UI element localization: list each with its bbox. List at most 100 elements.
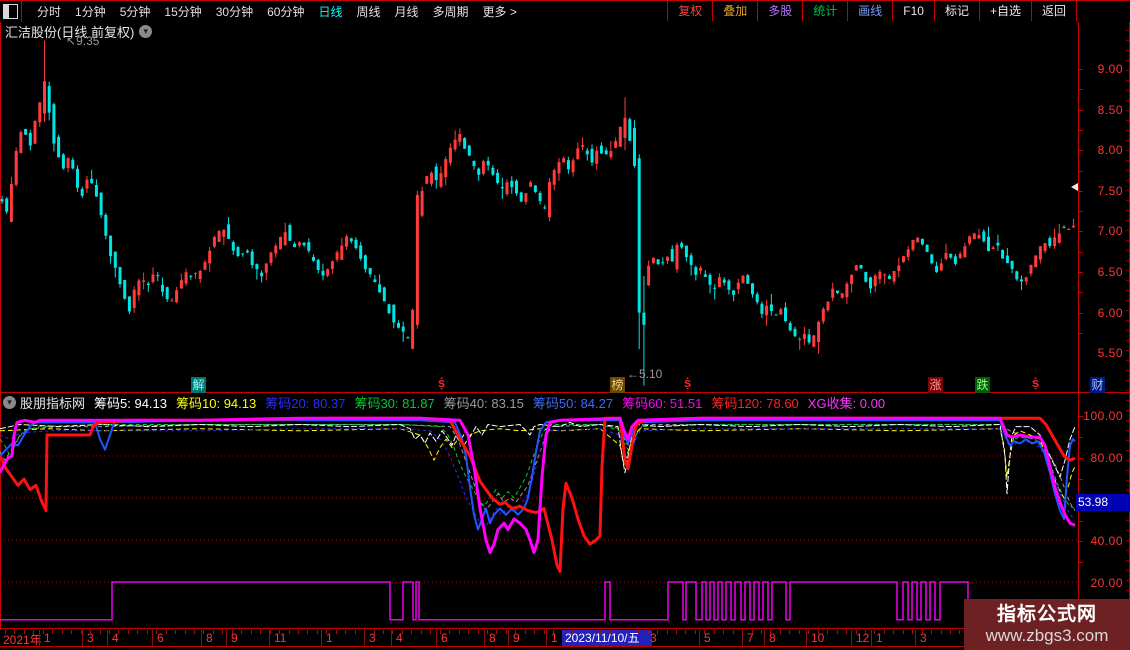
timeline-tick [950,630,951,634]
timeline-tick [827,630,829,634]
indicator-value-badge: 53.98 [1076,494,1130,511]
timeline-divider [321,630,322,646]
timeline-month: 1 [44,631,51,645]
period-tab[interactable]: 周线 [349,3,387,20]
timeline-month: 9 [513,631,520,645]
period-tab[interactable]: 多周期 [426,3,476,20]
axis-label: 6.00 [1097,306,1123,320]
indicator-chart[interactable] [0,412,1078,628]
axis-edge-tick [1126,520,1129,521]
timeline-month: 6 [157,631,164,645]
chevron-down-icon[interactable]: ▾ [3,395,16,409]
timeline-tick [836,630,838,634]
timeline-tick [657,630,659,634]
toolbar-button[interactable]: 画线 [847,0,892,21]
axis-label: 5.50 [1097,346,1123,360]
timeline-divider [39,630,40,646]
axis-tick [1078,170,1083,172]
timeline-divider [436,630,437,646]
axis-tick [1078,562,1083,564]
period-tab[interactable]: 分时 [30,3,68,20]
timeline-month: 8 [489,631,496,645]
sell-mark: ṩ [438,375,446,390]
timeline-tick [496,630,498,634]
period-tab[interactable]: 1分钟 [68,3,113,20]
timeline[interactable]: 2021年 2023/11/10/五 1 3 4 6 8 9 11 1 3 4 6 8 9 1 3 5 7 8 10… [0,630,1078,647]
indicator-field: 筹码30: 81.87 [354,395,435,411]
divider [21,1,22,22]
period-tab[interactable]: 15分钟 [157,3,208,20]
period-tab[interactable]: 30分钟 [209,3,260,20]
period-tab[interactable]: 60分钟 [260,3,311,20]
axis-tick [1078,69,1083,70]
overlay-tag[interactable]: 财 [1090,377,1105,393]
overlay-tag[interactable]: 涨 [928,377,943,393]
period-tab[interactable]: 日线 [311,3,349,20]
axis-edge-tick [1126,590,1129,591]
axis-edge-tick [1126,370,1129,371]
axis-tick [1078,89,1083,91]
toolbar-button[interactable]: 多股 [757,0,802,21]
timeline-tick [146,630,148,634]
timeline-tick [127,630,129,634]
sell-mark: ṩ [684,375,692,390]
timeline-tick [590,630,592,634]
timeline-tick [52,630,54,634]
timeline-tick [90,630,92,634]
axis-edge-tick [1126,430,1129,431]
axis-tick [1078,251,1083,253]
period-tab[interactable]: 月线 [388,3,426,20]
overlay-tag[interactable]: 跌 [975,377,990,393]
timeline-divider [764,630,765,646]
timeline-divider [851,630,852,646]
toolbar-button[interactable]: 叠加 [712,0,757,21]
axis-edge-tick [1126,140,1129,141]
timeline-tick [118,630,120,634]
timeline-tick [628,630,630,634]
axis-tick [1078,541,1083,543]
period-tab[interactable]: 5分钟 [113,3,158,20]
low-price-annotation: ←5.10 [627,367,663,381]
candlestick-chart[interactable] [0,22,1078,392]
toolbar-button[interactable]: 统计 [802,0,847,21]
axis-tick [1078,520,1083,522]
timeline-tick [307,630,309,634]
axis-edge-tick [1126,210,1129,211]
current-price-marker [1071,183,1078,191]
toolbar-button[interactable]: F10 [892,0,934,21]
timeline-tick [175,630,177,634]
toolbar-menu: 复权 叠加 多股 统计 画线 F10 标记 +自选 返回 [667,0,1077,21]
axis-edge-tick [1126,280,1129,281]
timeline-tick [269,630,271,634]
overlay-tag[interactable]: 解 [191,377,206,393]
timeline-tick [486,630,488,634]
axis-label: 6.50 [1097,265,1123,279]
timeline-month: 8 [206,631,213,645]
axis-edge-tick [1126,580,1129,581]
axis-label: 7.50 [1097,184,1123,198]
axis-tick [1078,150,1083,152]
timeline-divider [645,630,646,646]
timeline-tick [864,630,866,634]
toolbar-button[interactable]: 返回 [1030,0,1077,21]
axis-edge-tick [1126,460,1129,461]
toolbar-button[interactable]: 复权 [667,0,712,21]
toolbar-button[interactable]: 标记 [933,0,979,21]
timeline-tick [846,630,848,634]
indicator-header: ▾ 股朋指标网 筹码5: 94.13 筹码10: 94.13 筹码20: 80.37… [3,393,894,412]
axis-tick [1078,231,1083,233]
timeline-tick [458,630,460,634]
timeline-tick [184,630,186,634]
axis-edge-tick [1126,440,1129,441]
timeline-tick [411,630,413,634]
overlay-tag[interactable]: 榜 [610,377,625,393]
axis-label: 40.00 [1090,534,1123,548]
axis-tick [1078,129,1083,131]
timeline-tick [742,630,744,634]
period-tab[interactable]: 更多 > [476,3,524,20]
timeline-tick [345,630,347,634]
layout-icon[interactable] [3,4,18,19]
indicator-name[interactable]: 股朋指标网 [20,393,85,412]
timeline-tick [231,630,233,634]
toolbar-button[interactable]: +自选 [978,0,1031,21]
